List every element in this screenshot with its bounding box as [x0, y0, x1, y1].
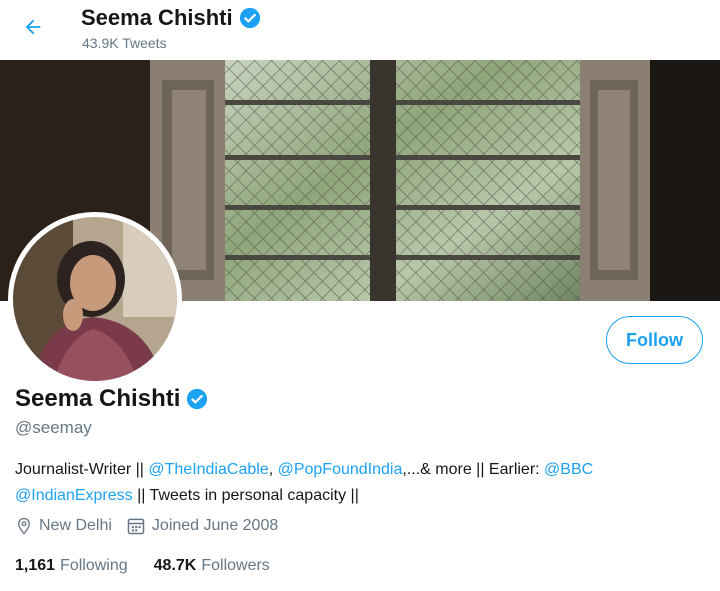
- location-pin-icon: [18, 517, 30, 535]
- location-text: New Delhi: [39, 517, 112, 534]
- profile-meta: New Delhi Joined June 2008: [15, 516, 292, 536]
- header-name: Seema Chishti: [81, 5, 233, 30]
- profile-name-row: Seema Chishti: [15, 385, 208, 413]
- follow-button[interactable]: Follow: [606, 316, 703, 364]
- profile-avatar[interactable]: [8, 212, 182, 386]
- mention-link[interactable]: @BBC: [544, 461, 593, 478]
- top-bar: Seema Chishti 43.9K Tweets: [0, 0, 720, 60]
- following-label: Following: [60, 557, 128, 574]
- joined-text: Joined June 2008: [151, 517, 279, 534]
- bio-text: ,...& more || Earlier:: [402, 461, 545, 478]
- back-button[interactable]: [18, 12, 48, 42]
- tweet-count: 43.9K Tweets: [82, 35, 167, 51]
- followers-label: Followers: [201, 557, 270, 574]
- mention-link[interactable]: @IndianExpress: [15, 487, 133, 504]
- arrow-left-icon: [25, 19, 41, 35]
- profile-bio: Journalist-Writer || @TheIndiaCable, @Po…: [15, 457, 705, 509]
- verified-badge-icon: [187, 388, 208, 410]
- following-link[interactable]: 1,161 Following: [15, 557, 128, 575]
- mention-link[interactable]: @TheIndiaCable: [148, 461, 268, 478]
- mention-link[interactable]: @PopFoundIndia: [278, 461, 403, 478]
- followers-count: 48.7K: [153, 557, 197, 574]
- verified-badge-icon: [239, 7, 260, 29]
- profile-stats: 1,161 Following 48.7K Followers: [15, 557, 296, 575]
- joined-item: Joined June 2008: [126, 516, 278, 536]
- bio-text: || Tweets in personal capacity ||: [132, 487, 359, 504]
- calendar-icon: [127, 518, 145, 535]
- location-item: New Delhi: [15, 517, 112, 535]
- bio-text: ,: [268, 461, 278, 478]
- bio-text: Journalist-Writer ||: [15, 461, 149, 478]
- display-name: Seema Chishti: [15, 385, 181, 412]
- header-title: Seema Chishti: [81, 5, 261, 31]
- followers-link[interactable]: 48.7K Followers: [154, 557, 270, 575]
- following-count: 1,161: [15, 557, 56, 574]
- profile-handle: @seemay: [15, 418, 92, 437]
